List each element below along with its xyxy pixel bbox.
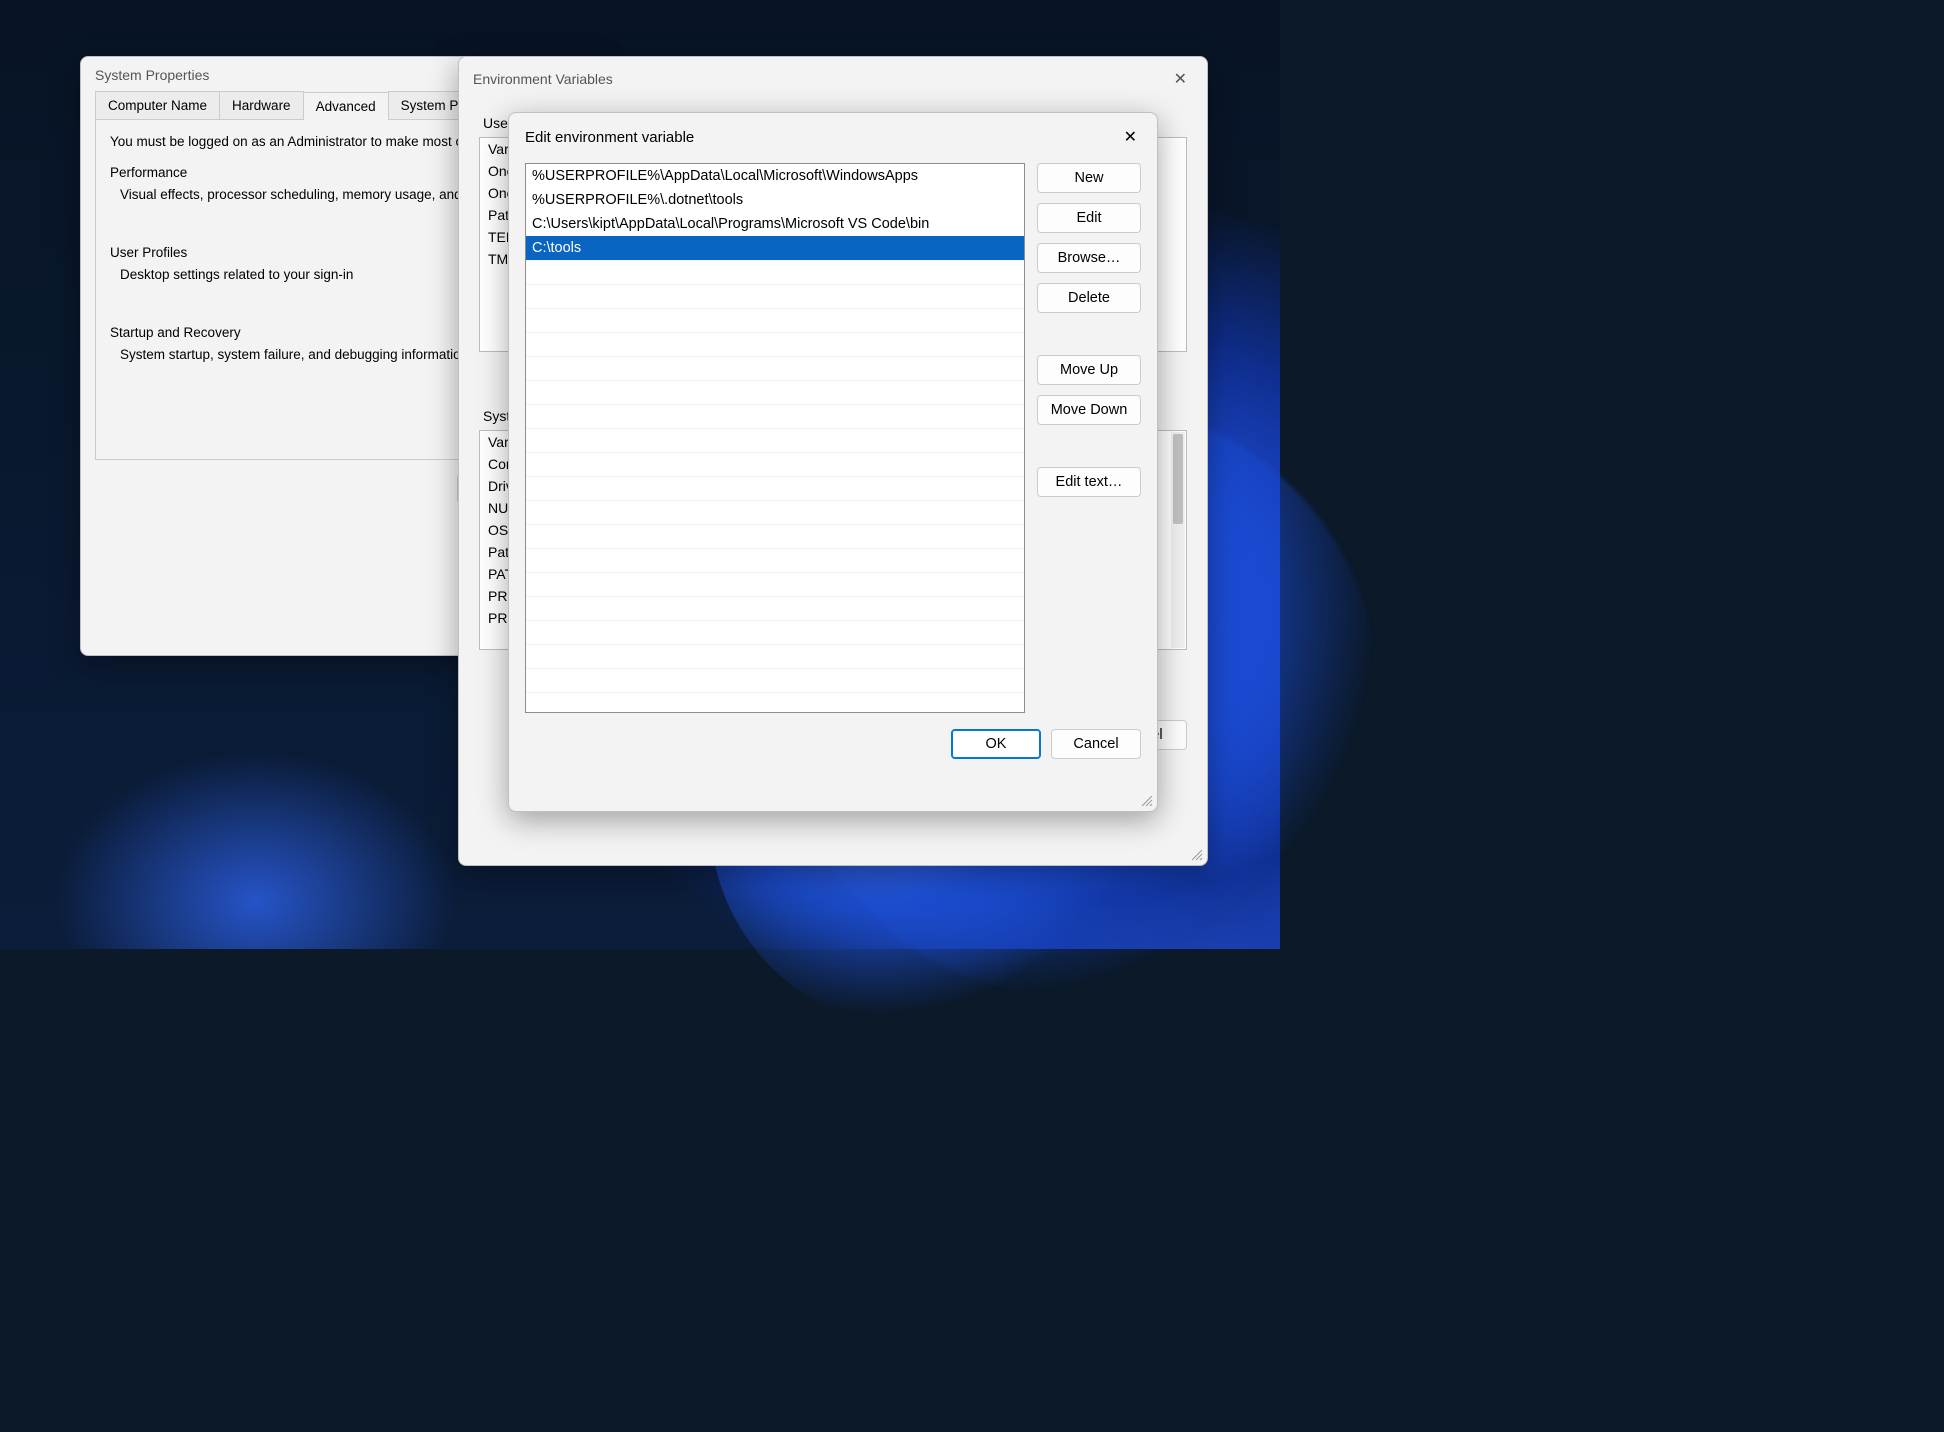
browse-button[interactable]: Browse… <box>1037 243 1141 273</box>
path-entry[interactable]: C:\Users\kipt\AppData\Local\Programs\Mic… <box>526 212 1024 236</box>
new-button[interactable]: New <box>1037 163 1141 193</box>
side-button-column: New Edit Browse… Delete Move Up Move Dow… <box>1037 163 1141 713</box>
empty-row <box>526 428 1024 452</box>
resize-grip[interactable] <box>1139 793 1153 807</box>
move-up-button[interactable]: Move Up <box>1037 355 1141 385</box>
empty-row <box>526 380 1024 404</box>
edit-environment-variable-dialog: Edit environment variable ✕ %USERPROFILE… <box>508 112 1158 812</box>
edit-button[interactable]: Edit <box>1037 203 1141 233</box>
empty-row <box>526 596 1024 620</box>
empty-row <box>526 524 1024 548</box>
path-entry[interactable]: %USERPROFILE%\AppData\Local\Microsoft\Wi… <box>526 164 1024 188</box>
path-entries-listbox[interactable]: %USERPROFILE%\AppData\Local\Microsoft\Wi… <box>525 163 1025 713</box>
empty-row <box>526 308 1024 332</box>
tab-advanced[interactable]: Advanced <box>303 92 389 120</box>
path-entry[interactable]: %USERPROFILE%\.dotnet\tools <box>526 188 1024 212</box>
empty-row <box>526 644 1024 668</box>
title-bar[interactable]: Environment Variables ✕ <box>459 57 1207 99</box>
path-entry[interactable]: C:\tools <box>526 236 1024 260</box>
dialog-title: Edit environment variable <box>525 129 694 146</box>
empty-row <box>526 404 1024 428</box>
empty-row <box>526 260 1024 284</box>
empty-row <box>526 476 1024 500</box>
empty-row <box>526 332 1024 356</box>
close-icon[interactable]: ✕ <box>1168 67 1193 91</box>
tab-hardware[interactable]: Hardware <box>219 91 304 119</box>
delete-button[interactable]: Delete <box>1037 283 1141 313</box>
empty-row <box>526 692 1024 713</box>
ok-button[interactable]: OK <box>951 729 1041 759</box>
move-down-button[interactable]: Move Down <box>1037 395 1141 425</box>
cancel-button[interactable]: Cancel <box>1051 729 1141 759</box>
scroll-thumb[interactable] <box>1173 434 1183 524</box>
window-title: Environment Variables <box>473 71 613 87</box>
title-bar[interactable]: Edit environment variable ✕ <box>509 113 1157 159</box>
empty-row <box>526 668 1024 692</box>
close-icon[interactable]: ✕ <box>1118 125 1143 149</box>
empty-row <box>526 500 1024 524</box>
empty-row <box>526 572 1024 596</box>
tab-computer-name[interactable]: Computer Name <box>95 91 220 119</box>
scrollbar[interactable] <box>1171 432 1185 648</box>
window-title: System Properties <box>95 67 209 83</box>
empty-row <box>526 284 1024 308</box>
empty-row <box>526 356 1024 380</box>
empty-row <box>526 548 1024 572</box>
empty-row <box>526 452 1024 476</box>
edit-text-button[interactable]: Edit text… <box>1037 467 1141 497</box>
resize-grip[interactable] <box>1189 847 1203 861</box>
empty-row <box>526 620 1024 644</box>
